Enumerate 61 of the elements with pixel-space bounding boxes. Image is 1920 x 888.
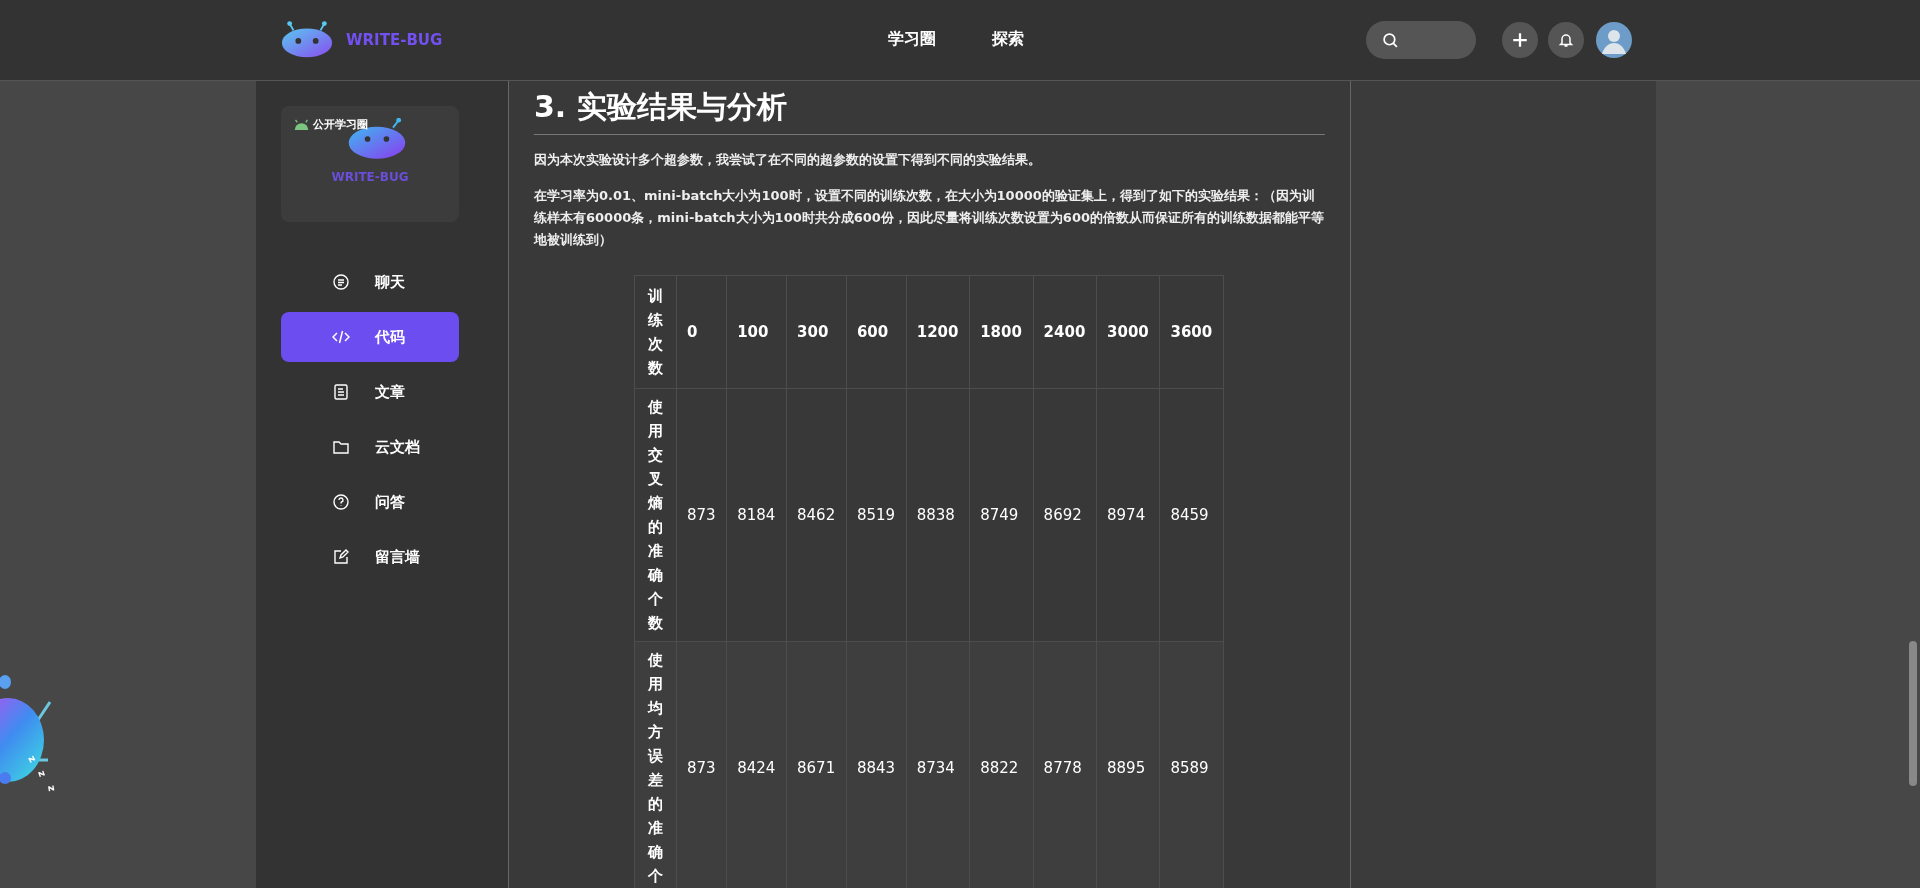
- section-heading: 3. 实验结果与分析: [534, 87, 1325, 135]
- table-cell: 8974: [1096, 388, 1160, 642]
- table-cell: 使用交叉熵的准确个数: [634, 388, 677, 642]
- nav-link[interactable]: 探索: [984, 24, 1032, 56]
- table-cell: 8895: [1096, 641, 1160, 888]
- table-header-cell: 3600: [1159, 275, 1224, 389]
- sidebar-item[interactable]: 文章: [281, 367, 459, 417]
- table-header-cell: 600: [846, 275, 907, 389]
- paragraph: 因为本次实验设计多个超参数，我尝试了在不同的超参数的设置下得到不同的实验结果。: [534, 151, 1042, 169]
- mascot-drawing[interactable]: z z z: [0, 660, 90, 810]
- table-header-cell: 300: [786, 275, 847, 389]
- table-cell: 使用均方误差的准确个: [634, 641, 677, 888]
- chat-icon: [332, 273, 350, 291]
- logo-text: WRITE-BUG: [331, 170, 409, 184]
- code-icon: [332, 328, 350, 346]
- sidebar-item[interactable]: 留言墙: [281, 532, 459, 582]
- table-cell: 8184: [726, 388, 787, 642]
- sidebar-item[interactable]: 问答: [281, 477, 459, 527]
- table-cell: 8462: [786, 388, 847, 642]
- table-header-cell: 1800: [969, 275, 1034, 389]
- paragraph: 在学习率为0.01、mini-batch大小为100时，设置不同的训练次数，在大小为10000的验证集上，得到了如下的实验结果：（因为训练样本有60000条，mini-batch大小为100时共分成600份，因此尽量将训练次数设置为600的倍数从而保证所有的训练数据都能平等地被训练到）: [534, 187, 1325, 249]
- sidebar-item[interactable]: 代码: [281, 312, 459, 362]
- folder-icon: [332, 438, 350, 456]
- table-cell: 8519: [846, 388, 907, 642]
- table-cell: 8843: [846, 641, 907, 888]
- table-header-cell: 训练次数: [634, 275, 677, 389]
- scrollbar-thumb[interactable]: [1909, 641, 1917, 786]
- robot-icon: [293, 118, 310, 131]
- table-cell: 8749: [969, 388, 1034, 642]
- avatar[interactable]: [1596, 22, 1632, 58]
- table-cell: 873: [676, 388, 727, 642]
- table-header-cell: 0: [676, 275, 727, 389]
- table-cell: 873: [676, 641, 727, 888]
- table-cell: 8671: [786, 641, 847, 888]
- sidebar-item[interactable]: 云文档: [281, 422, 459, 472]
- notification-button[interactable]: [1548, 22, 1584, 58]
- table-header-cell: 100: [726, 275, 787, 389]
- nav-link[interactable]: 学习圈: [880, 24, 944, 56]
- bell-icon: [1558, 32, 1574, 48]
- robot-logo-icon[interactable]: [280, 20, 334, 60]
- circle-card[interactable]: 公开学习圈 WRITE-BUG: [281, 106, 459, 222]
- table-cell: 8692: [1033, 388, 1097, 642]
- table-cell: 8459: [1159, 388, 1224, 642]
- table-header-cell: 2400: [1033, 275, 1097, 389]
- table-cell: 8734: [906, 641, 970, 888]
- help-icon: [332, 493, 350, 511]
- document-icon: [332, 383, 350, 401]
- edit-icon: [332, 548, 350, 566]
- public-circle-label: 公开学习圈: [313, 117, 368, 132]
- table-cell: 8589: [1159, 641, 1224, 888]
- plus-icon: [1511, 31, 1529, 49]
- table-cell: 8822: [969, 641, 1034, 888]
- table-header-cell: 1200: [906, 275, 970, 389]
- add-button[interactable]: [1502, 22, 1538, 58]
- sidebar-item[interactable]: 聊天: [281, 257, 459, 307]
- search-field[interactable]: [1366, 21, 1476, 59]
- table-cell: 8424: [726, 641, 787, 888]
- search-icon: [1382, 31, 1399, 49]
- table-cell: 8778: [1033, 641, 1097, 888]
- table-cell: 8838: [906, 388, 970, 642]
- table-header-cell: 3000: [1096, 275, 1160, 389]
